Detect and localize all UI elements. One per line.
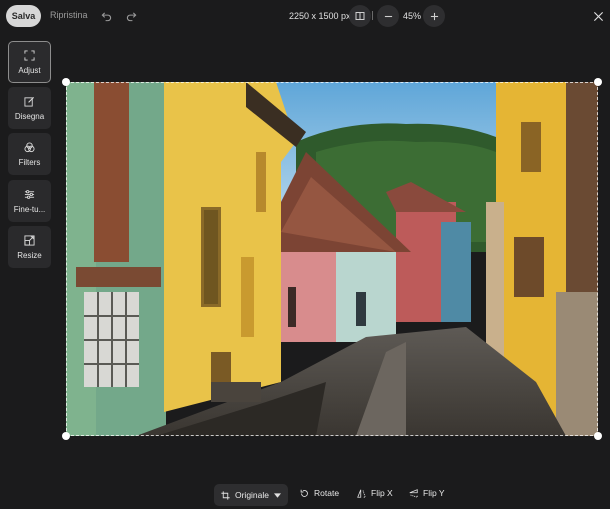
tool-label: Adjust [18,65,41,75]
rotate-icon [300,489,308,497]
tool-fine-tune[interactable]: Fine-tu... [8,180,51,222]
tool-filters[interactable]: Filters [8,133,51,175]
flip-y-icon [409,488,418,498]
zoom-out-button[interactable] [377,5,399,27]
image-dimensions: 2250 x 1500 px [289,11,351,21]
close-icon[interactable] [590,8,606,24]
tool-label: Disegna [14,111,45,121]
crop-handle-bottom-left[interactable] [62,432,70,440]
flip-x-icon [357,489,366,498]
flip-y-button[interactable]: Flip Y [409,488,445,498]
zoom-level: 45% [403,11,422,21]
aspect-ratio-label: Originale [234,490,270,500]
crop-handle-top-left[interactable] [62,78,70,86]
tool-adjust[interactable]: Adjust [8,41,51,83]
undo-icon[interactable] [98,8,114,24]
top-toolbar: Salva Ripristina 2250 x 1500 px 45% [0,0,610,32]
resize-icon [24,234,35,246]
save-button[interactable]: Salva [6,5,41,27]
rotate-label: Rotate [314,488,340,498]
tool-draw[interactable]: Disegna [8,87,51,129]
flip-x-label: Flip X [371,488,393,498]
street-photo [66,82,598,436]
zoom-in-button[interactable] [423,5,445,27]
flip-x-button[interactable]: Flip X [357,488,393,498]
minus-icon [384,15,392,17]
caret-down-icon [274,492,282,498]
aspect-ratio-dropdown[interactable]: Originale [214,484,288,506]
toolbar-divider [372,11,373,20]
tool-resize[interactable]: Resize [8,226,51,268]
filters-icon [24,141,35,152]
crop-handle-bottom-right[interactable] [594,432,602,440]
plus-icon [430,12,438,20]
crop-handle-top-right[interactable] [594,78,602,86]
flip-y-label: Flip Y [423,488,445,498]
crop-icon [24,49,35,61]
compare-icon [355,12,365,20]
crop-icon [221,490,230,500]
pencil-icon [24,96,35,107]
rotate-button[interactable]: Rotate [300,488,339,498]
tool-label: Filters [18,157,41,167]
sliders-icon [24,189,35,199]
tool-label: Resize [17,250,42,260]
redo-icon[interactable] [123,8,139,24]
image-canvas[interactable] [66,82,598,436]
reset-button[interactable]: Ripristina [50,10,88,20]
compare-button[interactable] [349,5,371,27]
tool-label: Fine-tu... [13,204,46,214]
